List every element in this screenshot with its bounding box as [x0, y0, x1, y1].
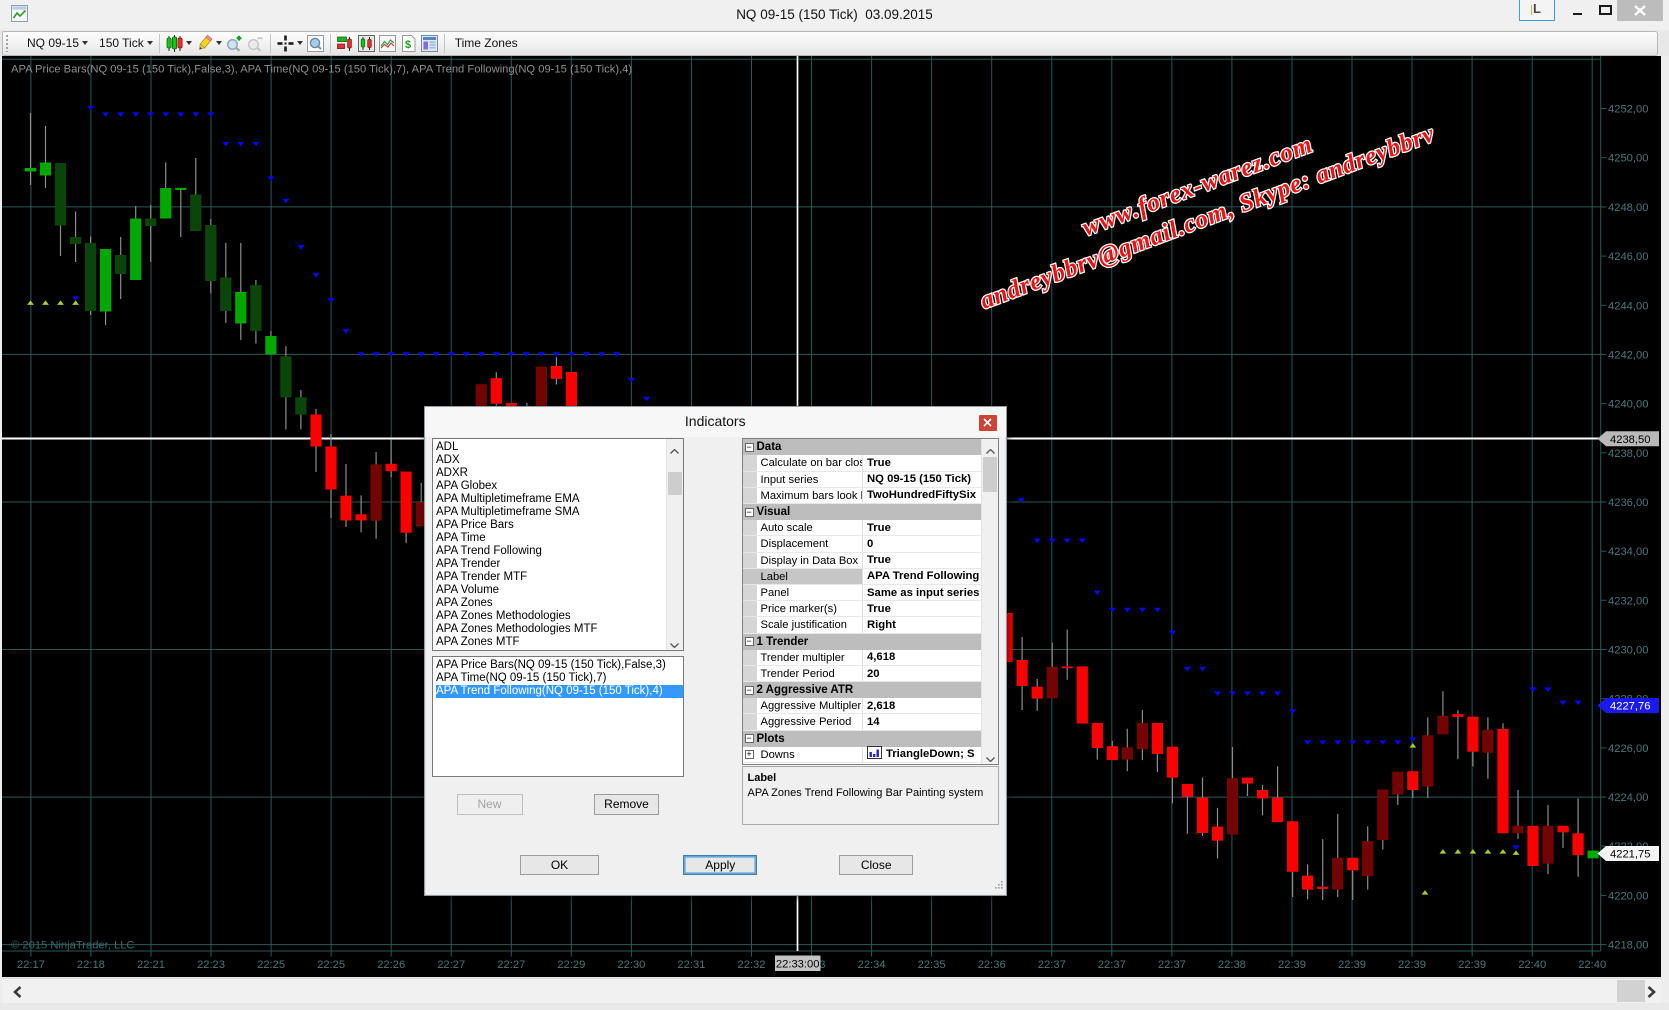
svg-text:22:37: 22:37: [1158, 959, 1186, 971]
svg-text:22:31: 22:31: [677, 959, 705, 971]
svg-text:22:25: 22:25: [257, 959, 285, 971]
svg-text:4238,50: 4238,50: [1610, 434, 1650, 446]
svg-text:22:27: 22:27: [437, 959, 465, 971]
svg-text:4248,00: 4248,00: [1608, 202, 1648, 214]
svg-text:© 2015 NinjaTrader, LLC: © 2015 NinjaTrader, LLC: [11, 940, 135, 952]
svg-text:4246,00: 4246,00: [1608, 251, 1648, 263]
svg-text:4242,00: 4242,00: [1608, 349, 1648, 361]
svg-text:22:39: 22:39: [1338, 959, 1366, 971]
svg-text:22:23: 22:23: [197, 959, 225, 971]
svg-text:4218,00: 4218,00: [1608, 940, 1648, 952]
svg-text:4232,00: 4232,00: [1608, 595, 1648, 607]
svg-text:22:39: 22:39: [1278, 959, 1306, 971]
svg-text:4227,76: 4227,76: [1610, 701, 1650, 713]
svg-text:22:35: 22:35: [918, 959, 946, 971]
svg-text:22:38: 22:38: [1218, 959, 1246, 971]
svg-text:22:27: 22:27: [497, 959, 525, 971]
svg-text:22:37: 22:37: [1038, 959, 1066, 971]
svg-text:22:32: 22:32: [738, 959, 766, 971]
svg-text:4220,00: 4220,00: [1608, 890, 1648, 902]
svg-text:22:37: 22:37: [1098, 959, 1126, 971]
svg-text:22:33:00: 22:33:00: [776, 959, 820, 971]
svg-text:4238,00: 4238,00: [1608, 448, 1648, 460]
svg-text:22:26: 22:26: [377, 959, 405, 971]
svg-text:4230,00: 4230,00: [1608, 645, 1648, 657]
svg-text:4226,00: 4226,00: [1608, 743, 1648, 755]
svg-text:4250,00: 4250,00: [1608, 153, 1648, 165]
svg-text:22:29: 22:29: [557, 959, 585, 971]
svg-text:22:36: 22:36: [978, 959, 1006, 971]
svg-text:4252,00: 4252,00: [1608, 104, 1648, 116]
svg-text:4234,00: 4234,00: [1608, 546, 1648, 558]
svg-text:22:40: 22:40: [1518, 959, 1546, 971]
svg-text:22:39: 22:39: [1458, 959, 1486, 971]
svg-text:22:17: 22:17: [17, 959, 45, 971]
svg-text:4244,00: 4244,00: [1608, 300, 1648, 312]
svg-text:APA Price Bars(NQ 09-15 (150 T: APA Price Bars(NQ 09-15 (150 Tick),False…: [11, 64, 632, 76]
svg-text:22:34: 22:34: [858, 959, 886, 971]
svg-text:22:30: 22:30: [617, 959, 645, 971]
svg-text:4240,00: 4240,00: [1608, 399, 1648, 411]
svg-text:22:40: 22:40: [1578, 959, 1606, 971]
svg-text:22:18: 22:18: [77, 959, 105, 971]
svg-text:22:21: 22:21: [137, 959, 165, 971]
svg-text:4224,00: 4224,00: [1608, 792, 1648, 804]
svg-text:22:25: 22:25: [317, 959, 345, 971]
svg-text:4221,75: 4221,75: [1610, 849, 1650, 861]
svg-text:4236,00: 4236,00: [1608, 497, 1648, 509]
svg-text:22:39: 22:39: [1398, 959, 1426, 971]
